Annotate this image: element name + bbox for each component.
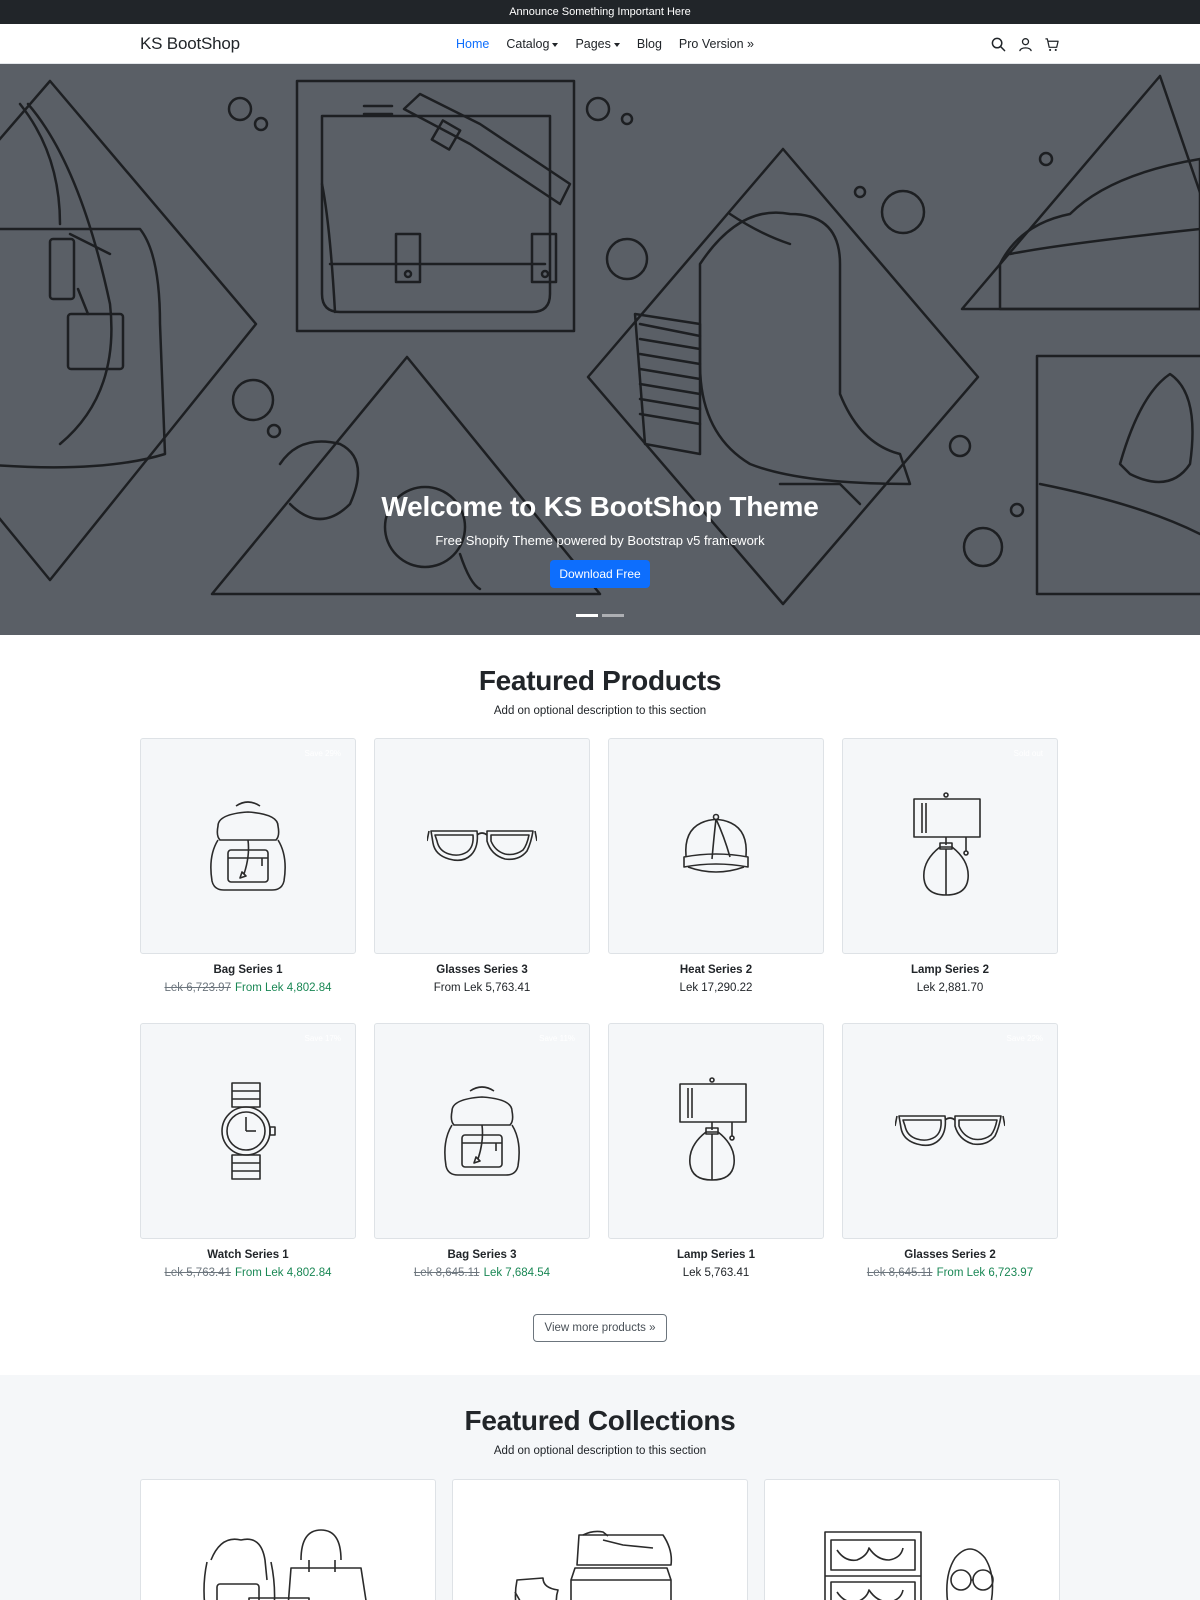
product-name[interactable]: Lamp Series 1: [608, 1249, 824, 1261]
collection-card[interactable]: [452, 1479, 748, 1600]
carousel-indicators: [0, 614, 1200, 617]
nav-item-pro-version[interactable]: Pro Version »: [679, 37, 754, 51]
featured-collections-header: Featured Collections Add on optional des…: [0, 1405, 1200, 1457]
featured-collections-description: Add on optional description to this sect…: [493, 1445, 707, 1457]
product-badge: Sold out: [1013, 749, 1043, 758]
product-sale-price: Lek 7,684.54: [483, 1267, 551, 1279]
main-nav: Home Catalog Pages Blog Pro Version »: [456, 24, 754, 64]
product-image[interactable]: Save 22%: [842, 1023, 1058, 1239]
featured-products-title: Featured Products: [478, 665, 722, 696]
product-badge: Save 11%: [539, 1034, 575, 1043]
product-sale-price: From Lek 4,802.84: [234, 1267, 332, 1279]
bags-collection-icon: [203, 1529, 367, 1600]
carousel-indicator-1[interactable]: [576, 614, 598, 617]
collection-card[interactable]: [764, 1479, 1060, 1600]
product-name[interactable]: Heat Series 2: [608, 964, 824, 976]
product-sale-price: From Lek 6,723.97: [936, 1267, 1034, 1279]
glasses-icon: [895, 1115, 1005, 1147]
product-price: Lek 6,723.97 From Lek 4,802.84: [140, 982, 356, 994]
search-icon[interactable]: [990, 36, 1006, 52]
product-badge: Save 29%: [304, 749, 341, 758]
hero-title: Welcome to KS BootShop Theme: [381, 491, 819, 522]
product-card[interactable]: Save 22% Glasses Series 2 Lek 8,645.11 Fr…: [842, 1023, 1058, 1279]
navbar: KS BootShop Home Catalog Pages Blog Pro …: [0, 24, 1200, 64]
product-image[interactable]: Sold out: [842, 738, 1058, 954]
backpack-icon: [444, 1086, 520, 1176]
product-name[interactable]: Watch Series 1: [140, 1249, 356, 1261]
announcement-bar: Announce Something Important Here: [0, 0, 1200, 24]
carousel-indicator-2[interactable]: [602, 614, 624, 617]
product-old-price: Lek 5,763.41: [164, 1267, 231, 1279]
product-old-price: Lek 6,723.97: [164, 982, 231, 994]
shoes-collection-icon: [514, 1530, 673, 1600]
lamp-icon: [913, 792, 981, 896]
product-card[interactable]: Save 17% Watch Series 1 Lek 5,763.41 From…: [140, 1023, 356, 1279]
product-card[interactable]: Sold out Lamp Series 2 Lek 2,881.70: [842, 738, 1058, 994]
product-image[interactable]: Save 29%: [140, 738, 356, 954]
view-more-products-button[interactable]: View more products »: [533, 1314, 667, 1342]
product-name[interactable]: Bag Series 3: [374, 1249, 590, 1261]
nav-item-catalog[interactable]: Catalog: [506, 37, 559, 51]
nav-item-blog[interactable]: Blog: [637, 37, 662, 51]
hero-subtitle: Free Shopify Theme powered by Bootstrap …: [435, 533, 765, 548]
product-price: Lek 8,645.11 Lek 7,684.54: [374, 1267, 590, 1279]
product-name[interactable]: Glasses Series 2: [842, 1249, 1058, 1261]
cart-icon[interactable]: [1044, 36, 1060, 52]
hero-caption: Welcome to KS BootShop Theme Free Shopif…: [0, 491, 1200, 588]
product-price: Lek 5,763.41: [682, 1267, 750, 1279]
product-image[interactable]: [608, 738, 824, 954]
product-name[interactable]: Glasses Series 3: [374, 964, 590, 976]
product-badge: Save 22%: [1006, 1034, 1043, 1043]
featured-products-description: Add on optional description to this sect…: [493, 705, 707, 717]
announcement-text: Announce Something Important Here: [509, 6, 691, 18]
backpack-icon: [210, 801, 286, 891]
product-card[interactable]: Save 29% Bag Series 1 Lek 6,723.97 From L…: [140, 738, 356, 994]
featured-collections-title: Featured Collections: [464, 1405, 736, 1436]
featured-products-header: Featured Products Add on optional descri…: [0, 665, 1200, 717]
product-image[interactable]: [608, 1023, 824, 1239]
product-image[interactable]: Save 17%: [140, 1023, 356, 1239]
product-card[interactable]: Lamp Series 1 Lek 5,763.41: [608, 1023, 824, 1279]
download-free-button[interactable]: Download Free: [550, 560, 650, 588]
product-sale-price: From Lek 4,802.84: [234, 982, 332, 994]
product-price: From Lek 5,763.41: [433, 982, 531, 994]
glasses-icon: [427, 830, 537, 862]
hero-carousel[interactable]: Welcome to KS BootShop Theme Free Shopif…: [0, 64, 1200, 635]
product-name[interactable]: Bag Series 1: [140, 964, 356, 976]
account-icon[interactable]: [1017, 36, 1033, 52]
product-image[interactable]: Save 11%: [374, 1023, 590, 1239]
product-price: Lek 17,290.22: [679, 982, 753, 994]
product-card[interactable]: Heat Series 2 Lek 17,290.22: [608, 738, 824, 994]
caret-down-icon: [552, 42, 559, 47]
brand-logo[interactable]: KS BootShop: [140, 34, 240, 54]
product-price: Lek 5,763.41 From Lek 4,802.84: [140, 1267, 356, 1279]
product-card[interactable]: Glasses Series 3 From Lek 5,763.41: [374, 738, 590, 994]
product-old-price: Lek 8,645.11: [413, 1267, 480, 1279]
caret-down-icon: [613, 42, 620, 47]
nav-item-pages[interactable]: Pages: [575, 37, 620, 51]
eyewear-collection-icon: [824, 1531, 994, 1600]
collection-card[interactable]: [140, 1479, 436, 1600]
product-image[interactable]: [374, 738, 590, 954]
product-name[interactable]: Lamp Series 2: [842, 964, 1058, 976]
product-price: Lek 8,645.11 From Lek 6,723.97: [842, 1267, 1058, 1279]
featured-collections-section: Featured Collections Add on optional des…: [0, 1375, 1200, 1600]
cap-icon: [683, 813, 749, 873]
product-price: Lek 2,881.70: [916, 982, 984, 994]
product-badge: Save 17%: [304, 1034, 341, 1043]
product-old-price: Lek 8,645.11: [866, 1267, 933, 1279]
nav-item-home[interactable]: Home: [456, 37, 489, 51]
nav-icons: [990, 24, 1060, 64]
watch-icon: [221, 1082, 276, 1180]
product-card[interactable]: Save 11% Bag Series 3 Lek 8,645.11 Lek 7,…: [374, 1023, 590, 1279]
lamp-icon: [679, 1077, 747, 1181]
